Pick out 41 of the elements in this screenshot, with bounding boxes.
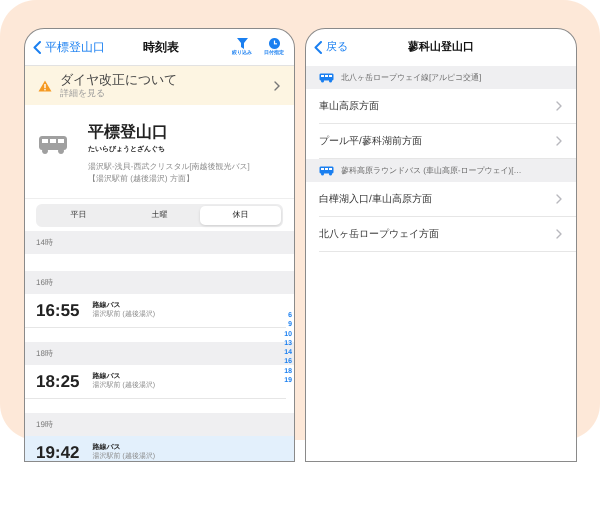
- line-name: 蓼科高原ラウンドバス (車山高原-ロープウェイ)[…: [341, 164, 522, 176]
- direction-name: 白樺湖入口/車山高原方面: [319, 192, 432, 206]
- hour-header: 14時: [25, 231, 294, 254]
- hour-header: 19時: [25, 413, 294, 436]
- day-tab[interactable]: 土曜: [119, 206, 200, 224]
- day-tab[interactable]: 休日: [200, 206, 281, 224]
- direction-name: 北八ヶ岳ロープウェイ方面: [319, 228, 439, 242]
- route-line-text: 湯沢駅-浅貝-西武クリスタル[南越後観光バス]: [88, 160, 250, 172]
- direction-name: プール平/蓼科湖前方面: [319, 134, 422, 148]
- line-name: 北八ヶ岳ロープウェイ線[アルピコ交通]: [341, 72, 482, 84]
- departure-time: 16:55: [36, 300, 80, 322]
- back-chevron-icon: [33, 40, 41, 54]
- hour-header: 16時: [25, 271, 294, 294]
- filter-icon: [236, 38, 248, 49]
- direction-row[interactable]: 車山高原方面: [319, 89, 576, 124]
- departure-time: 18:25: [36, 370, 80, 393]
- notice-banner[interactable]: ダイヤ改正について 詳細を見る: [25, 66, 294, 105]
- notice-link: 詳細を見る: [60, 88, 106, 100]
- chevron-right-icon: [556, 136, 562, 146]
- bus-icon: [319, 72, 334, 82]
- back-chevron-icon: [314, 41, 322, 54]
- notice-title: ダイヤ改正について: [60, 72, 177, 88]
- direction-text: 【湯沢駅前 (越後湯沢) 方面】: [88, 172, 195, 184]
- departure-time: 19:42: [36, 442, 80, 461]
- back-button[interactable]: 平標登山口: [33, 38, 105, 56]
- screen-title: 時刻表: [143, 39, 179, 56]
- bus-icon: [38, 135, 68, 155]
- screen-title: 蓼科山登山口: [408, 40, 474, 56]
- back-button[interactable]: 戻る: [314, 39, 348, 56]
- direction-row[interactable]: 白樺湖入口/車山高原方面: [319, 182, 576, 217]
- direction-name: 車山高原方面: [319, 100, 379, 114]
- chevron-right-icon: [274, 80, 280, 90]
- day-tab[interactable]: 平日: [38, 206, 119, 224]
- warning-icon: [38, 80, 52, 92]
- bus-icon: [319, 166, 334, 176]
- chevron-right-icon: [556, 194, 562, 204]
- chevron-right-icon: [556, 229, 562, 239]
- chevron-right-icon: [556, 101, 562, 111]
- clock-icon: [268, 38, 280, 49]
- stop-name: 平標登山口: [88, 123, 169, 143]
- direction-row[interactable]: 北八ヶ岳ロープウェイ方面: [319, 217, 576, 252]
